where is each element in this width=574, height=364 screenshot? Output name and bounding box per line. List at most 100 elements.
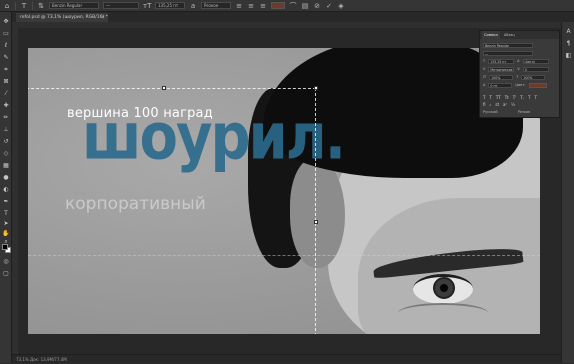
hand-tool-icon[interactable]: ✋ <box>2 230 10 238</box>
ordinal-icon[interactable]: aᵃ <box>503 102 507 107</box>
font-size-icon: T <box>483 58 486 63</box>
horizontal-scale-icon: T <box>516 74 519 79</box>
type-tool-icon[interactable]: T <box>20 2 28 10</box>
panel-font-family[interactable]: Benzin Regular <box>483 42 533 48</box>
layers-panel-icon[interactable]: ◧ <box>565 52 572 59</box>
3d-icon[interactable]: ◈ <box>337 2 345 10</box>
vertical-ruler <box>12 22 18 354</box>
blur-tool-icon[interactable]: ● <box>2 174 10 182</box>
tracking-icon: V <box>517 66 520 71</box>
eyedropper-tool-icon[interactable]: ⁄ <box>2 90 10 98</box>
tab-character[interactable]: Символ <box>482 31 500 39</box>
brush-tool-icon[interactable]: ✏ <box>2 114 10 122</box>
character-panel: Символ Абзац Benzin Regular — T 135,25 п… <box>479 30 560 118</box>
document-tab[interactable]: refol.psd @ 73,1% (шоурил, RGB/16) * × <box>16 13 108 22</box>
align-left-icon[interactable]: ≡ <box>235 2 243 10</box>
document-tabbar: refol.psd @ 73,1% (шоурил, RGB/16) * × <box>10 12 574 22</box>
screen-mode-icon[interactable]: ▢ <box>2 270 10 278</box>
home-icon[interactable]: ⌂ <box>3 2 11 10</box>
font-style-select[interactable]: — <box>103 2 139 9</box>
type-style-buttons: T T TT Tt T' T, T T <box>483 95 537 100</box>
paragraph-panel-icon[interactable]: ¶ <box>565 40 572 47</box>
transform-handle[interactable] <box>314 86 318 90</box>
all-caps-icon[interactable]: TT <box>496 95 501 100</box>
superscript-icon[interactable]: T' <box>513 95 517 100</box>
close-tab-icon[interactable]: × <box>101 13 105 22</box>
panel-leading[interactable]: (Авто) <box>522 58 549 64</box>
kerning-icon: V <box>483 66 486 71</box>
panel-font-style[interactable]: — <box>483 50 533 56</box>
font-family-select[interactable]: Benzin Regular <box>49 2 99 9</box>
foreground-color[interactable] <box>2 244 8 250</box>
panel-horizontal-scale[interactable]: 100% <box>521 74 546 80</box>
options-bar: ⌂ T ⇅ Benzin Regular — ᴛT 135,25 пт a Ре… <box>0 0 574 12</box>
leading-icon: A <box>517 58 520 63</box>
status-bar: 73,1% Док: 13,9M/77,4M <box>12 354 561 363</box>
font-size-icon: ᴛT <box>143 1 152 10</box>
photo-eyelid <box>398 303 488 323</box>
stylistic-icon[interactable]: st <box>495 102 499 107</box>
small-caps-icon[interactable]: Tt <box>505 95 509 100</box>
opentype-buttons: fi ℴ st aᵃ ½ <box>483 102 515 107</box>
text-color-swatch[interactable] <box>271 2 285 9</box>
panel-tabs: Символ Абзац <box>480 31 559 39</box>
panel-dock: A ¶ ◧ <box>561 22 574 363</box>
antialias-select[interactable]: Резкое <box>518 110 531 115</box>
cancel-icon[interactable]: ⊘ <box>313 2 321 10</box>
panel-color-swatch[interactable] <box>528 82 547 88</box>
character-panel-icon[interactable]: A <box>565 28 572 35</box>
quick-mask-icon[interactable]: ◎ <box>2 258 10 266</box>
tools-panel: ✥ ▭ ℓ ✎ ⌗ ⊠ ⁄ ✚ ✏ ⊥ ↺ ◇ ▦ ● ◐ ✒ T ➤ ✋ ⌕ … <box>0 12 12 363</box>
warp-text-icon[interactable]: ⌒ <box>289 2 297 10</box>
photo-pupil <box>440 284 448 292</box>
underline-icon[interactable]: T <box>528 95 530 100</box>
panel-kerning[interactable]: Метрические <box>488 66 515 72</box>
quick-select-tool-icon[interactable]: ✎ <box>2 54 10 62</box>
antialias-icon: a <box>190 1 196 10</box>
healing-brush-tool-icon[interactable]: ✚ <box>2 102 10 110</box>
faux-italic-icon[interactable]: T <box>489 95 491 100</box>
divider <box>32 1 33 10</box>
gradient-tool-icon[interactable]: ▦ <box>2 162 10 170</box>
panel-tracking[interactable]: 0 <box>522 66 549 72</box>
commit-icon[interactable]: ✓ <box>325 2 333 10</box>
path-select-tool-icon[interactable]: ➤ <box>2 220 10 228</box>
frame-tool-icon[interactable]: ⊠ <box>2 78 10 86</box>
horizontal-ruler <box>12 22 561 28</box>
divider <box>15 1 16 10</box>
marquee-tool-icon[interactable]: ▭ <box>2 30 10 38</box>
move-tool-icon[interactable]: ✥ <box>2 18 10 26</box>
document-tab-title: refol.psd @ 73,1% (шоурил, RGB/16) * <box>20 15 108 20</box>
color-swatches[interactable] <box>2 244 11 253</box>
panel-baseline-shift[interactable]: 0 пт <box>488 82 513 88</box>
text-orientation-icon[interactable]: ⇅ <box>37 2 45 10</box>
ligature-icon[interactable]: fi <box>483 102 486 107</box>
panel-color-label: Цвет: <box>515 82 526 87</box>
faux-bold-icon[interactable]: T <box>483 95 485 100</box>
eraser-tool-icon[interactable]: ◇ <box>2 150 10 158</box>
type-tool-icon[interactable]: T <box>2 210 10 218</box>
text-bounding-box[interactable] <box>28 88 316 334</box>
panel-vertical-scale[interactable]: 100% <box>489 74 514 80</box>
language-select[interactable]: Русский <box>483 110 498 115</box>
antialias-select[interactable]: Резкое <box>201 2 231 9</box>
font-size-field[interactable]: 135,25 пт <box>155 2 185 9</box>
transform-handle[interactable] <box>162 86 166 90</box>
fraction-icon[interactable]: ½ <box>511 102 515 107</box>
transform-handle[interactable] <box>314 220 318 224</box>
lasso-tool-icon[interactable]: ℓ <box>2 42 10 50</box>
document-canvas[interactable]: шоурил. вершина 100 наград корпоративный <box>28 48 540 334</box>
tab-paragraph[interactable]: Абзац <box>502 31 517 39</box>
history-brush-tool-icon[interactable]: ↺ <box>2 138 10 146</box>
pen-tool-icon[interactable]: ✒ <box>2 198 10 206</box>
panel-font-size[interactable]: 135,25 пт <box>488 58 515 64</box>
crop-tool-icon[interactable]: ⌗ <box>2 66 10 74</box>
align-center-icon[interactable]: ≡ <box>247 2 255 10</box>
subscript-icon[interactable]: T, <box>520 95 524 100</box>
clone-stamp-tool-icon[interactable]: ⊥ <box>2 126 10 134</box>
swash-icon[interactable]: ℴ <box>490 102 492 107</box>
strikethrough-icon[interactable]: T <box>534 95 536 100</box>
character-panel-icon[interactable]: ▤ <box>301 2 309 10</box>
dodge-tool-icon[interactable]: ◐ <box>2 186 10 194</box>
align-right-icon[interactable]: ≡ <box>259 2 267 10</box>
